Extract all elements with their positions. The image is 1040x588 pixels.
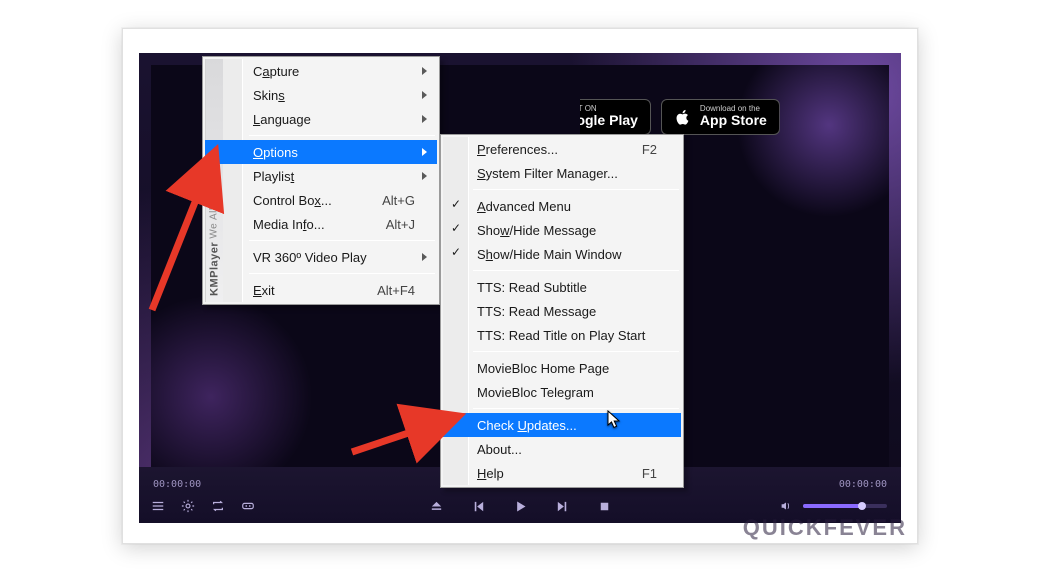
menu-item-label: Skins bbox=[253, 88, 285, 103]
menu-item[interactable]: Help F1 bbox=[443, 461, 681, 485]
menu-item-label: Check Updates... bbox=[477, 418, 577, 433]
menu-separator bbox=[249, 135, 435, 136]
menu-item-label: Capture bbox=[253, 64, 299, 79]
stop-icon[interactable] bbox=[593, 495, 615, 517]
menu-separator bbox=[249, 240, 435, 241]
menu-item[interactable]: Language bbox=[205, 107, 437, 131]
prev-icon[interactable] bbox=[467, 495, 489, 517]
menu-separator bbox=[473, 270, 679, 271]
menu-item-label: Show/Hide Message bbox=[477, 223, 596, 238]
menu-item-label: Preferences... bbox=[477, 142, 558, 157]
menu-item-label: VR 360º Video Play bbox=[253, 250, 367, 265]
menu-item[interactable]: MovieBloc Home Page bbox=[443, 356, 681, 380]
menu-item-label: About... bbox=[477, 442, 522, 457]
menu-item-label: Help bbox=[477, 466, 504, 481]
menu-shortcut: Alt+F4 bbox=[377, 283, 415, 298]
menu-shortcut: F1 bbox=[642, 466, 657, 481]
menu-item[interactable]: TTS: Read Message bbox=[443, 299, 681, 323]
menu-item[interactable]: About... bbox=[443, 437, 681, 461]
volume-slider[interactable] bbox=[803, 504, 887, 508]
menu-item[interactable]: VR 360º Video Play bbox=[205, 245, 437, 269]
menu-separator bbox=[249, 273, 435, 274]
menu-item[interactable]: Capture bbox=[205, 59, 437, 83]
menu-separator bbox=[473, 408, 679, 409]
menu-item[interactable]: Show/Hide Main Window bbox=[443, 242, 681, 266]
menu-item-label: Playlist bbox=[253, 169, 294, 184]
menu-item-label: Options bbox=[253, 145, 298, 160]
menu-item-label: TTS: Read Message bbox=[477, 304, 596, 319]
elapsed-time: 00:00:00 bbox=[153, 479, 201, 490]
menu-separator bbox=[473, 351, 679, 352]
menu-item[interactable]: Check Updates... bbox=[443, 413, 681, 437]
menu-item-label: Control Box... bbox=[253, 193, 332, 208]
settings-icon[interactable] bbox=[177, 495, 199, 517]
menu-item[interactable]: Exit Alt+F4 bbox=[205, 278, 437, 302]
menu-item-label: TTS: Read Title on Play Start bbox=[477, 328, 645, 343]
menu-item-label: Exit bbox=[253, 283, 275, 298]
menu-item[interactable]: Show/Hide Message bbox=[443, 218, 681, 242]
menu-shortcut: Alt+G bbox=[382, 193, 415, 208]
menu-item-label: System Filter Manager... bbox=[477, 166, 618, 181]
google-play-badge: GET IT ON Google Play bbox=[518, 99, 651, 135]
total-time: 00:00:00 bbox=[839, 479, 887, 490]
menu-item-label: MovieBloc Telegram bbox=[477, 385, 594, 400]
play-icon[interactable] bbox=[509, 495, 531, 517]
menu-item[interactable]: Preferences... F2 bbox=[443, 137, 681, 161]
context-menu-options[interactable]: Preferences... F2 System Filter Manager...… bbox=[440, 134, 684, 488]
menu-item[interactable]: TTS: Read Subtitle bbox=[443, 275, 681, 299]
menu-item[interactable]: Playlist bbox=[205, 164, 437, 188]
menu-item[interactable]: Advanced Menu bbox=[443, 194, 681, 218]
menu-shortcut: F2 bbox=[642, 142, 657, 157]
menu-item-label: Media Info... bbox=[253, 217, 325, 232]
vr-icon[interactable] bbox=[237, 495, 259, 517]
next-icon[interactable] bbox=[551, 495, 573, 517]
menu-item[interactable]: Control Box... Alt+G bbox=[205, 188, 437, 212]
menu-item-label: Show/Hide Main Window bbox=[477, 247, 622, 262]
apple-icon bbox=[674, 108, 692, 126]
google-play-icon bbox=[531, 108, 549, 126]
menu-item[interactable]: TTS: Read Title on Play Start bbox=[443, 323, 681, 347]
menu-item[interactable]: Media Info... Alt+J bbox=[205, 212, 437, 236]
menu-item[interactable]: MovieBloc Telegram bbox=[443, 380, 681, 404]
menu-shortcut: Alt+J bbox=[386, 217, 415, 232]
menu-item-label: Language bbox=[253, 112, 311, 127]
repeat-icon[interactable] bbox=[207, 495, 229, 517]
menu-item-label: TTS: Read Subtitle bbox=[477, 280, 587, 295]
menu-item[interactable]: System Filter Manager... bbox=[443, 161, 681, 185]
menu-item-label: MovieBloc Home Page bbox=[477, 361, 609, 376]
menu-icon[interactable] bbox=[147, 495, 169, 517]
context-menu-main[interactable]: KMPlayer We All Enjoy ! CaptureSkinsLang… bbox=[202, 56, 440, 305]
eject-icon[interactable] bbox=[425, 495, 447, 517]
menu-separator bbox=[473, 189, 679, 190]
menu-item-label: Advanced Menu bbox=[477, 199, 571, 214]
menu-item[interactable]: Options bbox=[205, 140, 437, 164]
volume-icon[interactable] bbox=[775, 495, 797, 517]
menu-item[interactable]: Skins bbox=[205, 83, 437, 107]
